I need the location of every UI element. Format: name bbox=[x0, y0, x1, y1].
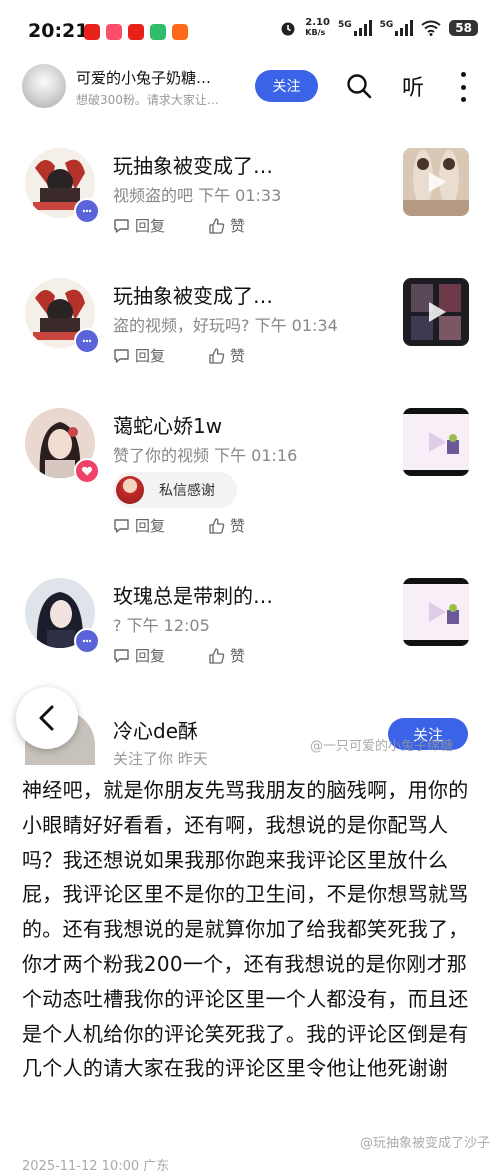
reply-button[interactable]: 回复 bbox=[113, 515, 165, 536]
play-icon bbox=[429, 602, 446, 622]
comment-badge-icon bbox=[74, 628, 100, 654]
status-bar: 20:21 2.10 KB/s 5G 5G 58 bbox=[0, 0, 500, 60]
like-icon bbox=[209, 218, 225, 234]
comment-badge-icon bbox=[74, 328, 100, 354]
like-label: 赞 bbox=[230, 647, 246, 665]
notification-app-icon bbox=[172, 24, 188, 40]
follow-button[interactable]: 关注 bbox=[255, 70, 318, 102]
wifi-icon bbox=[421, 20, 441, 36]
signal-2-label: 5G bbox=[379, 20, 394, 30]
reply-icon bbox=[114, 349, 129, 363]
reply-label: 回复 bbox=[135, 647, 166, 665]
notification-row[interactable]: 玫瑰总是带刺的… ? 下午 12:05 回复 赞 bbox=[0, 558, 500, 688]
like-button[interactable]: 赞 bbox=[208, 345, 245, 366]
row-username[interactable]: 冷心de酥 bbox=[113, 715, 198, 744]
reply-button[interactable]: 回复 bbox=[113, 345, 165, 366]
back-arrow-icon bbox=[39, 705, 54, 731]
row-meta: ? 下午 12:05 bbox=[113, 616, 210, 635]
video-thumbnail[interactable] bbox=[403, 578, 469, 646]
notification-row[interactable]: 蔼蛇心娇1w 赞了你的视频 下午 01:16 私信感谢 回复 赞 bbox=[0, 388, 500, 558]
like-label: 赞 bbox=[230, 347, 246, 365]
header-subtitle: 想破300粉。请求大家让… bbox=[76, 93, 219, 107]
row-meta: 赞了你的视频 下午 01:16 bbox=[113, 446, 298, 465]
caption-text: 神经吧，就是你朋友先骂我朋友的脑残啊，用你的小眼睛好好看看，还有啊，我想说的是你… bbox=[22, 778, 469, 1081]
like-icon bbox=[209, 648, 225, 664]
watermark: @一只可爱的小兔子绵糖 bbox=[310, 739, 454, 754]
header-avatar[interactable] bbox=[22, 64, 66, 108]
signal-1: 5G bbox=[338, 20, 372, 36]
battery-indicator: 58 bbox=[449, 20, 478, 36]
like-button[interactable]: 赞 bbox=[208, 515, 245, 536]
net-speed: 2.10 KB/s bbox=[305, 18, 330, 38]
like-icon bbox=[209, 518, 225, 534]
like-label: 赞 bbox=[230, 217, 246, 235]
heart-badge-icon bbox=[74, 458, 100, 484]
more-icon[interactable] bbox=[458, 72, 468, 102]
reply-label: 回复 bbox=[135, 517, 166, 535]
thank-dm-chip[interactable]: 私信感谢 bbox=[113, 472, 237, 508]
video-thumbnail[interactable] bbox=[403, 278, 469, 346]
comment-badge-icon bbox=[74, 198, 100, 224]
reply-label: 回复 bbox=[135, 347, 166, 365]
play-icon bbox=[429, 302, 446, 322]
like-icon bbox=[209, 348, 225, 364]
row-username[interactable]: 蔼蛇心娇1w bbox=[113, 410, 222, 439]
row-meta: 盗的视频，好玩吗? 下午 01:34 bbox=[113, 316, 338, 335]
watermark: @玩抽象被变成了沙子 bbox=[359, 1136, 490, 1151]
notification-row[interactable]: 玩抽象被变成了… 盗的视频，好玩吗? 下午 01:34 回复 赞 bbox=[0, 258, 500, 388]
video-thumbnail[interactable] bbox=[403, 148, 469, 216]
notification-app-icon bbox=[106, 24, 122, 40]
notification-app-icon bbox=[150, 24, 166, 40]
row-username[interactable]: 玩抽象被变成了… bbox=[113, 280, 273, 309]
status-indicators: 2.10 KB/s 5G 5G 58 bbox=[279, 18, 478, 38]
chat-header: 可爱的小兔子奶糖… 想破300粉。请求大家让… 关注 听 bbox=[0, 60, 500, 122]
post-date: 2025-11-12 10:00 广东 bbox=[22, 1159, 170, 1174]
like-button[interactable]: 赞 bbox=[208, 215, 245, 236]
video-thumbnail[interactable] bbox=[403, 408, 469, 476]
status-time: 20:21 bbox=[28, 20, 89, 42]
like-button[interactable]: 赞 bbox=[208, 645, 245, 666]
back-button[interactable] bbox=[16, 687, 78, 749]
header-title[interactable]: 可爱的小兔子奶糖… bbox=[76, 67, 246, 88]
play-icon bbox=[429, 432, 446, 452]
notification-app-icon bbox=[84, 24, 100, 40]
reply-button[interactable]: 回复 bbox=[113, 215, 165, 236]
signal-1-label: 5G bbox=[337, 20, 352, 30]
chip-avatar bbox=[116, 476, 144, 504]
row-meta: 视频盗的吧 下午 01:33 bbox=[113, 186, 282, 205]
signal-1-bars-icon bbox=[353, 20, 372, 36]
like-label: 赞 bbox=[230, 517, 246, 535]
net-speed-unit: KB/s bbox=[305, 28, 326, 37]
listen-button[interactable]: 听 bbox=[402, 70, 424, 102]
notification-row[interactable]: 玩抽象被变成了… 视频盗的吧 下午 01:33 回复 赞 bbox=[0, 128, 500, 258]
caption-panel: 神经吧，就是你朋友先骂我朋友的脑残啊，用你的小眼睛好好看看，还有啊，我想说的是你… bbox=[0, 765, 500, 1163]
row-username[interactable]: 玫瑰总是带刺的… bbox=[113, 580, 273, 609]
row-username[interactable]: 玩抽象被变成了… bbox=[113, 150, 273, 179]
signal-2-bars-icon bbox=[395, 20, 414, 36]
reply-icon bbox=[114, 219, 129, 233]
search-icon[interactable] bbox=[346, 73, 372, 99]
thank-dm-label: 私信感谢 bbox=[159, 483, 215, 499]
alarm-icon bbox=[281, 22, 295, 36]
play-icon bbox=[429, 172, 446, 192]
net-speed-value: 2.10 bbox=[305, 17, 330, 28]
signal-2: 5G bbox=[380, 20, 414, 36]
reply-icon bbox=[114, 519, 129, 533]
reply-button[interactable]: 回复 bbox=[113, 645, 165, 666]
notification-app-icon bbox=[128, 24, 144, 40]
reply-label: 回复 bbox=[135, 217, 166, 235]
reply-icon bbox=[114, 649, 129, 663]
